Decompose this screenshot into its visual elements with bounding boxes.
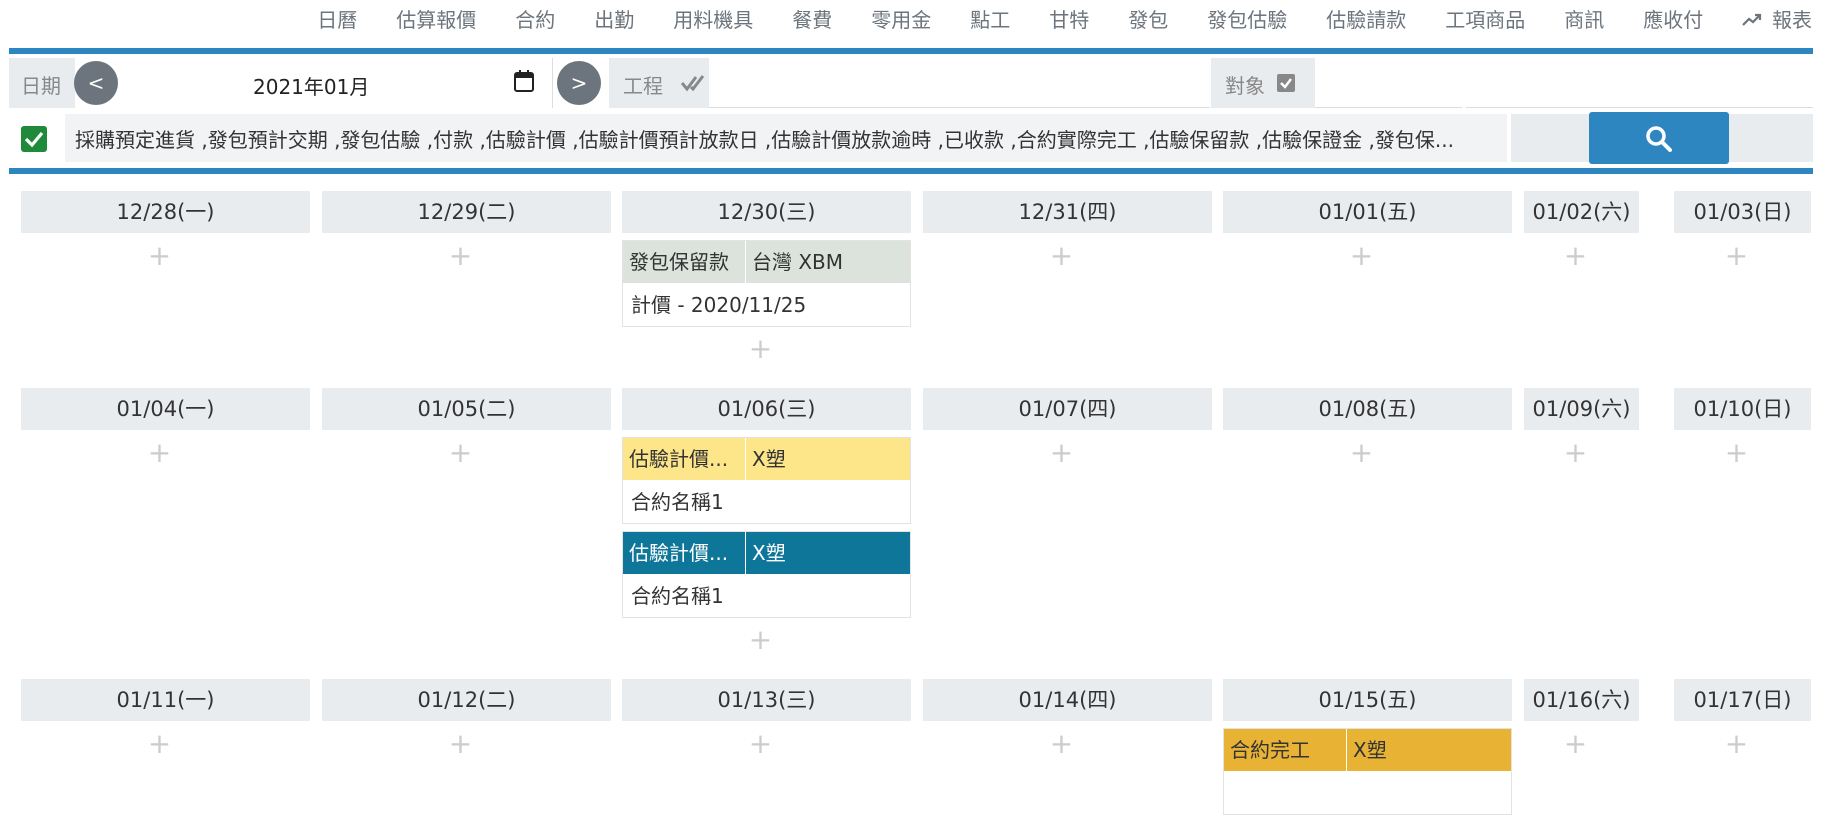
- nav-meals[interactable]: 餐費: [792, 4, 832, 33]
- filter-row-1: 日期 < 2021年01月 > 工程 對象: [9, 58, 1813, 108]
- add-event-button[interactable]: +: [1561, 241, 1591, 271]
- search-button[interactable]: [1589, 112, 1729, 164]
- event-type: 估驗計價...: [623, 532, 745, 574]
- day-header: 01/16(六): [1524, 679, 1639, 721]
- event-description: 合約名稱1: [631, 584, 724, 608]
- nav-gantt[interactable]: 甘特: [1049, 4, 1089, 33]
- day-header: 12/30(三): [622, 191, 911, 233]
- add-event-button[interactable]: +: [1561, 729, 1591, 759]
- nav-materials[interactable]: 用料機具: [673, 4, 753, 33]
- project-label: 工程: [623, 74, 663, 98]
- filter-bar: 日期 < 2021年01月 > 工程 對象 採購預定進貨 ,發包預計交期 ,發包…: [9, 48, 1813, 174]
- search-icon: [1646, 126, 1672, 152]
- add-event-button[interactable]: +: [145, 438, 175, 468]
- nav-calendar[interactable]: 日曆: [317, 4, 357, 33]
- nav-estimate[interactable]: 估算報價: [396, 4, 476, 33]
- day-header: 01/02(六): [1524, 191, 1639, 233]
- day-header: 12/28(一): [21, 191, 310, 233]
- target-input-secondary[interactable]: [1466, 58, 1813, 108]
- day-header: 01/17(日): [1674, 679, 1811, 721]
- add-event-button[interactable]: +: [1722, 438, 1752, 468]
- prev-month-button[interactable]: <: [74, 61, 118, 105]
- nav-petty-cash[interactable]: 零用金: [871, 4, 931, 33]
- add-event-button[interactable]: +: [1347, 241, 1377, 271]
- add-event-button[interactable]: +: [145, 241, 175, 271]
- calendar-event[interactable]: 估驗計價... X塑 合約名稱1: [622, 437, 911, 524]
- day-header: 01/05(二): [322, 388, 611, 430]
- nav-items-products[interactable]: 工項商品: [1445, 4, 1525, 33]
- event-description: 合約名稱1: [631, 490, 724, 514]
- nav-report[interactable]: 報表: [1742, 4, 1812, 33]
- add-event-button[interactable]: +: [746, 334, 776, 364]
- add-event-button[interactable]: +: [1347, 438, 1377, 468]
- top-nav: 日曆 估算報價 合約 出勤 用料機具 餐費 零用金 點工 甘特 發包 發包估驗 …: [0, 0, 1824, 36]
- month-input[interactable]: 2021年01月: [121, 58, 553, 108]
- day-header: 01/14(四): [923, 679, 1212, 721]
- target-checkbox-icon[interactable]: [1277, 74, 1295, 92]
- event-types-select[interactable]: 採購預定進貨 ,發包預計交期 ,發包估驗 ,付款 ,估驗計價 ,估驗計價預計放款…: [65, 114, 1507, 162]
- add-event-button[interactable]: +: [1561, 438, 1591, 468]
- day-header: 12/29(二): [322, 191, 611, 233]
- event-target: 台灣 XBM: [746, 241, 910, 283]
- event-type: 發包保留款: [623, 241, 745, 283]
- day-header: 01/07(四): [923, 388, 1212, 430]
- add-event-button[interactable]: +: [446, 729, 476, 759]
- add-event-button[interactable]: +: [446, 241, 476, 271]
- target-label: 對象: [1225, 74, 1265, 98]
- calendar-event[interactable]: 發包保留款 台灣 XBM 計價 - 2020/11/25: [622, 240, 911, 327]
- event-description: 計價 - 2020/11/25: [631, 293, 807, 317]
- next-month-button[interactable]: >: [557, 61, 601, 105]
- day-header: 01/10(日): [1674, 388, 1811, 430]
- event-type: 估驗計價...: [623, 438, 745, 480]
- nav-valuation-billing[interactable]: 估驗請款: [1326, 4, 1406, 33]
- nav-receivable-payable[interactable]: 應收付: [1643, 4, 1703, 33]
- nav-contract[interactable]: 合約: [515, 4, 555, 33]
- nav-subcontract[interactable]: 發包: [1128, 4, 1168, 33]
- add-event-button[interactable]: +: [145, 729, 175, 759]
- event-type: 合約完工: [1224, 729, 1346, 771]
- add-event-button[interactable]: +: [1047, 729, 1077, 759]
- nav-attendance[interactable]: 出勤: [594, 4, 634, 33]
- add-event-button[interactable]: +: [446, 438, 476, 468]
- add-event-button[interactable]: +: [1722, 241, 1752, 271]
- trending-up-icon: [1742, 11, 1768, 32]
- add-event-button[interactable]: +: [746, 729, 776, 759]
- day-header: 01/12(二): [322, 679, 611, 721]
- day-header: 01/01(五): [1223, 191, 1512, 233]
- day-header: 01/03(日): [1674, 191, 1811, 233]
- filter-row-2: 採購預定進貨 ,發包預計交期 ,發包估驗 ,付款 ,估驗計價 ,估驗計價預計放款…: [9, 112, 1813, 164]
- calendar-event[interactable]: 合約完工 X塑: [1223, 728, 1512, 815]
- project-input[interactable]: [709, 58, 1210, 108]
- nav-report-label: 報表: [1772, 7, 1812, 32]
- add-event-button[interactable]: +: [746, 625, 776, 655]
- day-header: 12/31(四): [923, 191, 1212, 233]
- date-label-box: 日期: [9, 58, 75, 108]
- add-event-button[interactable]: +: [1047, 241, 1077, 271]
- day-header: 01/06(三): [622, 388, 911, 430]
- day-header: 01/08(五): [1223, 388, 1512, 430]
- day-header: 01/11(一): [21, 679, 310, 721]
- nav-subcontract-valuation[interactable]: 發包估驗: [1207, 4, 1287, 33]
- double-check-icon[interactable]: [681, 72, 705, 94]
- add-event-button[interactable]: +: [1722, 729, 1752, 759]
- add-event-button[interactable]: +: [1047, 438, 1077, 468]
- select-all-checkbox[interactable]: [21, 126, 47, 152]
- nav-business-news[interactable]: 商訊: [1564, 4, 1604, 33]
- date-label: 日期: [21, 74, 61, 98]
- calendar-event[interactable]: 估驗計價... X塑 合約名稱1: [622, 531, 911, 618]
- target-input[interactable]: [1315, 58, 1462, 108]
- event-target: X塑: [746, 438, 910, 480]
- event-target: X塑: [1347, 729, 1511, 771]
- event-target: X塑: [746, 532, 910, 574]
- month-value: 2021年01月: [253, 75, 370, 99]
- day-header: 01/09(六): [1524, 388, 1639, 430]
- day-header: 01/15(五): [1223, 679, 1512, 721]
- day-header: 01/13(三): [622, 679, 911, 721]
- target-label-box[interactable]: 對象: [1211, 58, 1315, 108]
- event-description: [1224, 771, 1511, 815]
- calendar-icon[interactable]: [514, 70, 534, 92]
- nav-day-labor[interactable]: 點工: [970, 4, 1010, 33]
- day-header: 01/04(一): [21, 388, 310, 430]
